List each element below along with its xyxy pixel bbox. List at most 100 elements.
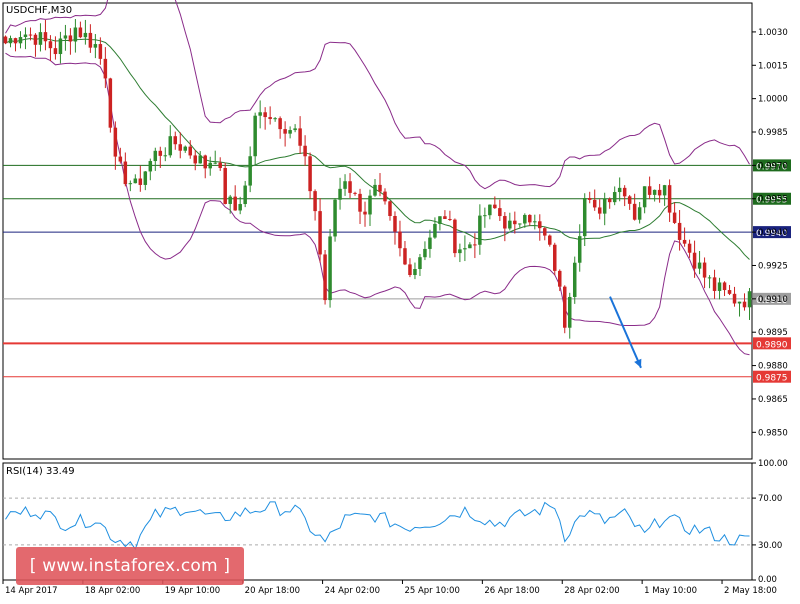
candle-body	[493, 204, 497, 209]
candle-body	[43, 32, 48, 42]
candle-body	[353, 192, 357, 194]
candle-body	[592, 199, 597, 208]
candle-body	[548, 235, 552, 245]
candle-body	[533, 221, 537, 223]
candle-body	[453, 219, 457, 254]
rsi-tick-label: 0.00	[758, 575, 777, 585]
candle-body	[358, 193, 362, 212]
candle-body	[622, 187, 627, 197]
candle-body	[163, 155, 168, 157]
candle-body	[478, 215, 482, 245]
candle-body	[727, 290, 732, 294]
candle-body	[587, 198, 592, 200]
candle-body	[203, 155, 207, 169]
price-tick-label: 0.9985	[758, 128, 788, 138]
candle-body	[687, 243, 692, 253]
candle-body	[518, 223, 522, 225]
candle-body	[83, 32, 88, 38]
rsi-tick-label: 30.00	[758, 541, 782, 551]
candle-body	[103, 58, 108, 79]
candle-body	[523, 214, 527, 224]
price-tick-label: 0.9970	[758, 161, 788, 171]
chart-frames	[2, 2, 753, 581]
candle-body	[8, 38, 13, 44]
candle-body	[443, 216, 447, 219]
candle-body	[198, 155, 202, 164]
candle-body	[612, 192, 617, 203]
time-tick-label: 14 Apr 2017	[5, 586, 58, 596]
candle-body	[193, 155, 197, 164]
watermark-text: [ www.instaforex.com ]	[29, 556, 231, 576]
candle-body	[458, 249, 462, 254]
candle-body	[408, 264, 412, 276]
candle-body	[632, 203, 637, 220]
candle-body	[303, 145, 307, 157]
candle-body	[238, 204, 242, 211]
candle-body	[543, 228, 547, 236]
candle-body	[243, 185, 247, 205]
candle-body	[218, 162, 222, 168]
candle-body	[313, 191, 317, 212]
rsi-tick-label: 70.00	[758, 494, 782, 504]
moving-average-line	[5, 37, 750, 260]
support-resistance-levels: 0.9970 0.9955 0.9940 0.9910 0.9890 0.9875	[3, 159, 791, 384]
candle-body	[158, 150, 163, 156]
candle-body	[33, 34, 38, 45]
price-tick-label: 0.9895	[758, 328, 788, 338]
candle-body	[283, 129, 287, 134]
candle-body	[298, 128, 302, 146]
candle-body	[388, 201, 392, 216]
candle-body	[672, 212, 677, 223]
candle-body	[108, 78, 113, 128]
candle-body	[607, 198, 612, 203]
lower-bollinger-band	[5, 52, 750, 356]
candle-body	[438, 216, 442, 224]
candle-body	[627, 196, 632, 204]
candle-body	[343, 181, 347, 189]
candle-body	[258, 112, 262, 116]
candle-body	[602, 198, 607, 214]
price-tick-label: 0.9880	[758, 362, 788, 372]
candle-body	[413, 269, 417, 276]
candle-body	[597, 207, 602, 214]
price-tick-label: 0.9925	[758, 261, 788, 271]
candle-body	[383, 191, 387, 202]
candle-body	[373, 184, 377, 196]
time-tick-label: 25 Apr 10:00	[404, 586, 459, 596]
candle-body	[73, 27, 78, 42]
candle-body	[248, 156, 252, 186]
price-tick-label: 0.9910	[758, 295, 788, 305]
candle-body	[508, 220, 512, 229]
candle-body	[123, 161, 128, 185]
candle-body	[617, 187, 622, 193]
time-tick-label: 24 Apr 02:00	[325, 586, 380, 596]
candle-body	[68, 35, 73, 42]
candle-body	[263, 112, 267, 118]
candle-body	[488, 204, 492, 216]
candle-body	[558, 270, 562, 287]
rsi-line	[5, 501, 750, 551]
candle-body	[153, 150, 158, 162]
forecast-arrow-shaft	[609, 296, 642, 369]
candle-body	[567, 296, 572, 328]
candle-body	[747, 291, 752, 308]
candle-body	[138, 178, 143, 185]
candle-body	[418, 257, 422, 270]
candle-body	[113, 127, 118, 157]
candle-body	[268, 117, 272, 120]
candle-body	[498, 208, 502, 217]
candle-body	[318, 211, 322, 255]
candle-body	[28, 34, 33, 36]
candle-body	[582, 198, 587, 237]
forecast-arrow	[609, 296, 642, 369]
candle-body	[278, 118, 282, 130]
candle-body	[53, 48, 58, 55]
candle-body	[682, 239, 687, 244]
time-tick-label: 28 Apr 02:00	[564, 586, 619, 596]
candle-body	[348, 181, 352, 193]
candlesticks	[3, 19, 752, 339]
candle-body	[483, 215, 487, 217]
instaforex-watermark: [ www.instaforex.com ]	[16, 547, 244, 585]
candle-body	[18, 37, 23, 44]
time-tick-label: 2 May 18:00	[724, 586, 777, 596]
